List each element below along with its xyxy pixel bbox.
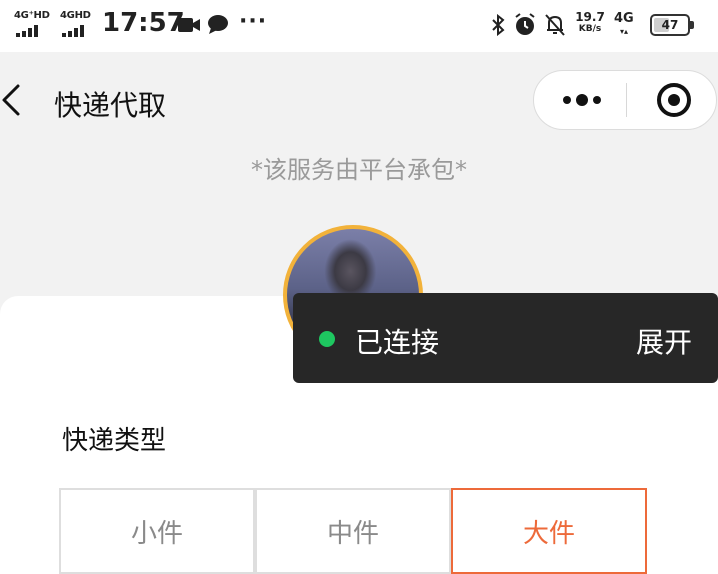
- battery-percent: 47: [661, 18, 679, 32]
- alarm-icon: [515, 13, 535, 35]
- nav-bar: 快递代取: [0, 52, 718, 152]
- status-bar: 4G⁺HD 4GHD 17:57 ··· 19.7 KB/s 4G ▾▴ 47: [0, 0, 718, 52]
- more-notifications-icon: ···: [239, 9, 268, 34]
- option-small[interactable]: 小件: [59, 488, 255, 574]
- chat-bubble-icon: [208, 15, 228, 34]
- parcel-type-options: 小件 中件 大件: [59, 488, 649, 574]
- signal-icon-2: 4GHD: [60, 10, 98, 38]
- mute-bell-icon: [545, 14, 565, 36]
- network-speed: 19.7 KB/s: [573, 11, 607, 35]
- signal-label-2: 4GHD: [60, 10, 91, 21]
- battery-icon: 47: [650, 14, 694, 36]
- network-speed-unit: KB/s: [578, 24, 602, 34]
- option-large[interactable]: 大件: [451, 488, 647, 574]
- connection-toast: 已连接 展开: [293, 293, 718, 383]
- connection-status: 已连接: [355, 326, 440, 359]
- more-options-icon[interactable]: [534, 71, 626, 129]
- connected-status-dot: [319, 331, 335, 347]
- parcel-type-label: 快递类型: [62, 426, 167, 456]
- clock: 17:57: [102, 8, 185, 38]
- expand-button[interactable]: 展开: [636, 321, 692, 361]
- mini-program-capsule: [533, 70, 717, 130]
- bluetooth-icon: [492, 14, 505, 36]
- signal-label: 4G⁺HD: [14, 10, 50, 21]
- data-activity-icon: ▾▴: [620, 27, 629, 36]
- signal-icon: 4G⁺HD: [14, 10, 52, 38]
- back-arrow-icon[interactable]: [0, 80, 36, 120]
- option-medium[interactable]: 中件: [255, 488, 451, 574]
- network-type: 4G: [614, 11, 634, 26]
- close-mini-program-icon[interactable]: [627, 71, 717, 129]
- page-title: 快递代取: [54, 89, 167, 122]
- service-notice: *该服务由平台承包*: [251, 156, 467, 184]
- network-speed-value: 19.7: [575, 10, 605, 24]
- video-camera-icon: [178, 18, 200, 32]
